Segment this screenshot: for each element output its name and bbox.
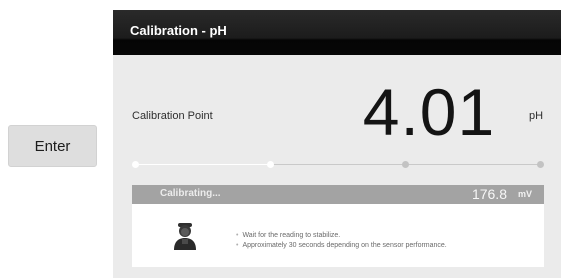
progress-step-dot (401, 161, 409, 168)
enter-button[interactable]: Enter (8, 125, 97, 167)
progress-step-dot (131, 161, 139, 168)
progress-step-dot (266, 161, 274, 168)
calibration-unit: pH (529, 110, 544, 122)
panel-title: Calibration - pH (130, 23, 227, 38)
calibration-point-value: 4.01 (362, 75, 496, 149)
calibration-progress (135, 164, 540, 165)
reading-value: 176.8 (471, 186, 507, 202)
panel-header: Calibration - pH (113, 10, 561, 55)
status-bar: Calibrating... 176.8 mV (132, 185, 544, 204)
info-messages: Wait for the reading to stabilize.Approx… (236, 231, 447, 251)
person-icon (174, 223, 196, 250)
info-box: Wait for the reading to stabilize.Approx… (132, 204, 544, 267)
reading-unit: mV (518, 189, 533, 199)
progress-fill (135, 164, 270, 165)
info-message: Approximately 30 seconds depending on th… (236, 241, 446, 251)
info-message: Wait for the reading to stabilize. (236, 231, 447, 241)
progress-step-dot (536, 161, 544, 168)
calibration-point-label: Calibration Point (132, 110, 213, 122)
calibration-panel: Calibration - pH Calibration Point 4.01 … (113, 10, 561, 278)
status-text: Calibrating... (160, 188, 221, 199)
